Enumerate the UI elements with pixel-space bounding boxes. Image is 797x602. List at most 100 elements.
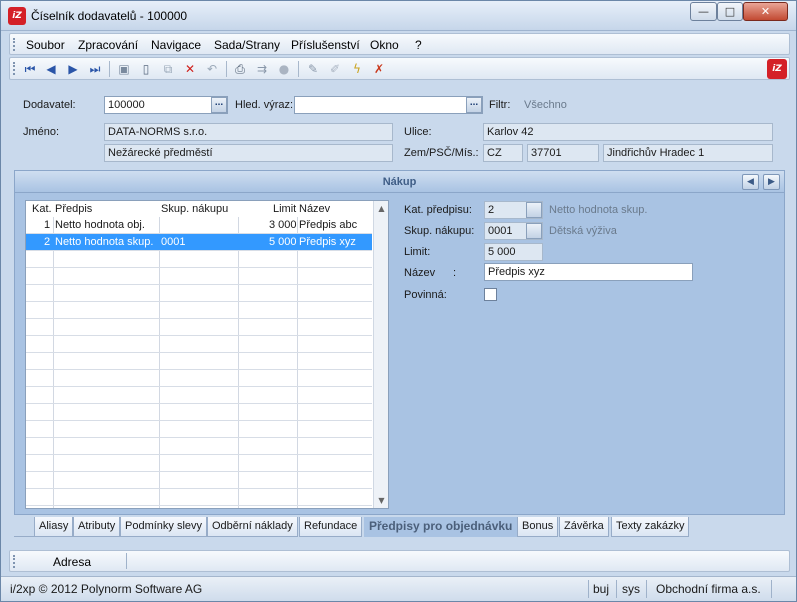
table-row-selected[interactable]: 2 Netto hodnota skup. 0001 5 000 Předpis…: [26, 234, 372, 251]
grid-vertical-scrollbar[interactable]: ▲ ▼: [373, 201, 388, 508]
tab-bonus[interactable]: Bonus: [517, 517, 559, 537]
first-record-icon[interactable]: ⏮: [22, 61, 38, 77]
col-skup-header[interactable]: Skup. nákupu: [161, 203, 228, 215]
col-nazev-header[interactable]: Název: [299, 203, 330, 215]
kat-predpisu-label: Kat. předpisu:: [404, 204, 472, 216]
psc-field[interactable]: 37701: [527, 144, 599, 162]
menu-help[interactable]: ?: [415, 38, 422, 52]
previous-record-icon[interactable]: ◀: [43, 61, 59, 77]
wizard-icon[interactable]: ϟ: [349, 61, 365, 77]
filtr-label: Filtr:: [489, 99, 511, 111]
next-record-icon[interactable]: ▶: [65, 61, 81, 77]
hled-vyraz-lookup-button[interactable]: ...: [466, 97, 482, 113]
menu-soubor[interactable]: Soubor: [26, 38, 65, 52]
close-button[interactable]: ✕: [743, 2, 788, 21]
kat-predpisu-desc: Netto hodnota skup.: [549, 204, 648, 216]
menu-okno[interactable]: Okno: [370, 38, 399, 52]
empty-table-row[interactable]: [26, 353, 372, 370]
jmeno-line1-field[interactable]: DATA-NORMS s.r.o.: [104, 123, 393, 141]
empty-table-row[interactable]: [26, 268, 372, 285]
section-prev-icon[interactable]: ◀: [742, 174, 759, 190]
tab-bar-edge: [14, 517, 36, 537]
tab-podminky-slevy[interactable]: Podmínky slevy: [120, 517, 208, 537]
tab-predpisy-pro-objednavku[interactable]: Předpisy pro objednávku: [364, 517, 518, 537]
empty-table-row[interactable]: [26, 319, 372, 336]
empty-table-row[interactable]: [26, 251, 372, 268]
misto-field[interactable]: Jindřichův Hradec 1: [603, 144, 773, 162]
empty-table-row[interactable]: [26, 370, 372, 387]
empty-table-row[interactable]: [26, 387, 372, 404]
tab-aliasy[interactable]: Aliasy: [34, 517, 74, 537]
maximize-button[interactable]: □: [717, 2, 743, 21]
menu-navigace[interactable]: Navigace: [151, 38, 201, 52]
status-separator: [616, 580, 617, 598]
copy-icon[interactable]: ⧉: [160, 61, 176, 77]
edit-icon[interactable]: ✎: [305, 61, 321, 77]
nazev-label: Název: [404, 267, 436, 279]
disabled-icon[interactable]: ●: [276, 61, 292, 77]
print-icon[interactable]: ⎙: [232, 61, 248, 77]
ulice-field[interactable]: Karlov 42: [483, 123, 773, 141]
dodavatel-lookup-button[interactable]: ...: [211, 97, 227, 113]
new-icon[interactable]: ▯: [138, 61, 154, 77]
col-limit-header[interactable]: Limit: [273, 203, 296, 215]
empty-table-row[interactable]: [26, 472, 372, 489]
export-icon[interactable]: ⇉: [254, 61, 270, 77]
menu-prislusenstvi[interactable]: Příslušenství: [291, 38, 360, 52]
tab-odberni-naklady[interactable]: Odběrní náklady: [207, 517, 298, 537]
empty-table-row[interactable]: [26, 302, 372, 319]
povinna-checkbox[interactable]: [484, 288, 497, 301]
menu-sada-strany[interactable]: Sada/Strany: [214, 38, 280, 52]
minimize-button[interactable]: —: [690, 2, 717, 21]
empty-table-row[interactable]: [26, 336, 372, 353]
tab-zaverka[interactable]: Závěrka: [559, 517, 609, 537]
table-row[interactable]: 1 Netto hodnota obj. 3 000 Předpis abc: [26, 217, 372, 234]
tab-refundace[interactable]: Refundace: [299, 517, 363, 537]
kat-predpisu-lookup-button[interactable]: [526, 202, 542, 218]
status-separator: [588, 580, 589, 598]
menubar-grip[interactable]: [13, 38, 15, 51]
menu-zpracovani[interactable]: Zpracování: [78, 38, 138, 52]
empty-table-row[interactable]: [26, 455, 372, 472]
cell-limit: 3 000: [269, 219, 297, 231]
grid-header: Kat. Předpis Skup. nákupu Limit Název: [26, 201, 373, 217]
delete-icon[interactable]: ✕: [182, 61, 198, 77]
cell-limit: 5 000: [269, 236, 297, 248]
dodavatel-field[interactable]: 100000: [104, 96, 228, 114]
col-kat-header[interactable]: Kat.: [32, 203, 52, 215]
zem-field[interactable]: CZ: [483, 144, 523, 162]
skup-nakupu-lookup-button[interactable]: [526, 223, 542, 239]
tools-icon[interactable]: ✗: [371, 61, 387, 77]
col-predpis-header[interactable]: Předpis: [55, 203, 92, 215]
undo-icon[interactable]: ↶: [204, 61, 220, 77]
adresa-button[interactable]: Adresa: [53, 555, 91, 569]
empty-table-row[interactable]: [26, 438, 372, 455]
scroll-down-icon[interactable]: ▼: [374, 493, 388, 508]
brand-logo-icon: iZ: [767, 59, 787, 79]
empty-table-row[interactable]: [26, 285, 372, 302]
save-icon[interactable]: ▣: [116, 61, 132, 77]
title-bar[interactable]: iZ Číselník dodavatelů - 100000 — □ ✕: [1, 1, 796, 31]
empty-table-row[interactable]: [26, 489, 372, 506]
main-window: iZ Číselník dodavatelů - 100000 — □ ✕ So…: [0, 0, 797, 602]
adresa-grip[interactable]: [13, 555, 15, 568]
scroll-up-icon[interactable]: ▲: [374, 201, 388, 216]
jmeno-line2-field[interactable]: Nežárecké předměstí: [104, 144, 393, 162]
tab-atributy[interactable]: Atributy: [73, 517, 121, 537]
hled-vyraz-field[interactable]: [294, 96, 483, 114]
predpisy-grid[interactable]: Kat. Předpis Skup. nákupu Limit Název 1 …: [25, 200, 389, 509]
pen-icon[interactable]: ✐: [327, 61, 343, 77]
nazev-field[interactable]: Předpis xyz: [484, 263, 693, 281]
empty-table-row[interactable]: [26, 421, 372, 438]
toolbar-separator: [109, 61, 110, 77]
filtr-value[interactable]: Všechno: [524, 99, 567, 111]
empty-table-row[interactable]: [26, 404, 372, 421]
tab-texty-zakazky[interactable]: Texty zakázky: [611, 517, 690, 537]
last-record-icon[interactable]: ⏭: [87, 61, 103, 77]
hled-vyraz-label: Hled. výraz:: [235, 99, 294, 111]
tab-bar: Aliasy Atributy Podmínky slevy Odběrní n…: [14, 517, 785, 538]
section-next-icon[interactable]: ▶: [763, 174, 780, 190]
toolbar-grip[interactable]: [13, 62, 15, 75]
povinna-label: Povinná:: [404, 289, 447, 301]
limit-field[interactable]: 5 000: [484, 243, 543, 261]
